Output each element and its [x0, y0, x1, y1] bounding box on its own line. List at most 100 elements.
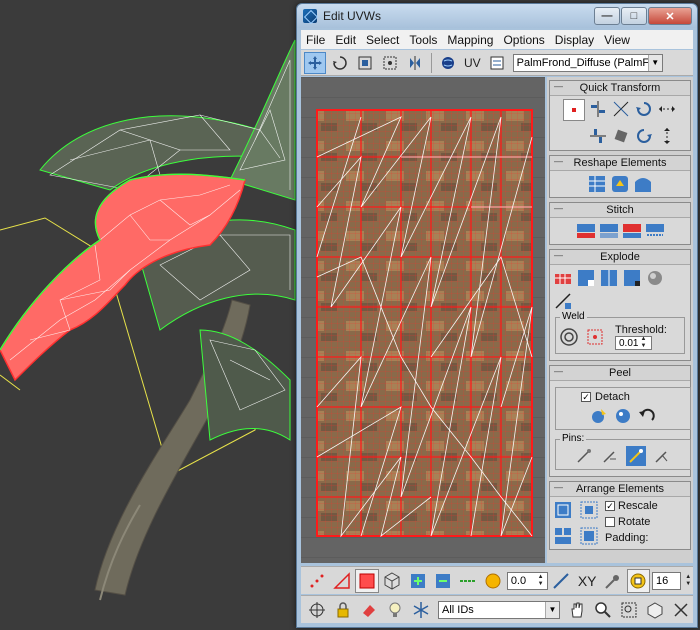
- hide-selected-button[interactable]: [357, 598, 381, 622]
- arrange-elements-header[interactable]: Arrange Elements: [550, 482, 690, 497]
- scale-tool-button[interactable]: [354, 52, 376, 74]
- face-mode-button[interactable]: [355, 568, 379, 593]
- peel-mode-button[interactable]: [613, 406, 633, 426]
- quick-peel-button[interactable]: [589, 406, 609, 426]
- stitch-source-button[interactable]: [622, 221, 642, 241]
- material-ids-select[interactable]: All IDs ▼: [438, 600, 560, 619]
- paint-select-button[interactable]: [602, 569, 625, 593]
- flatten-material-button[interactable]: [645, 268, 665, 288]
- menu-options[interactable]: Options: [498, 33, 549, 47]
- stitch-average-icon: [599, 224, 618, 238]
- peel-icon: [592, 409, 606, 423]
- brush-size-input[interactable]: 16: [652, 571, 682, 590]
- minimize-button[interactable]: —: [594, 7, 620, 25]
- filter-selected-button[interactable]: [409, 598, 433, 622]
- zoom-extents-button[interactable]: [643, 598, 667, 622]
- weld-target-button[interactable]: [559, 327, 579, 347]
- zoom-button[interactable]: [591, 598, 615, 622]
- spinner-arrows-icon[interactable]: ▲ ▼: [685, 574, 693, 588]
- space-vertical-button[interactable]: [657, 126, 677, 146]
- rotate-90-button[interactable]: [634, 99, 654, 119]
- menu-select[interactable]: Select: [361, 33, 404, 47]
- detach-checkbox[interactable]: ✓: [581, 392, 591, 402]
- pan-button[interactable]: [565, 598, 589, 622]
- bulb-icon: [389, 602, 401, 617]
- explode-settings-button[interactable]: [553, 291, 573, 311]
- select-pins-button[interactable]: [652, 446, 672, 466]
- snap-toggle-button[interactable]: [626, 568, 651, 593]
- quick-transform-header[interactable]: Quick Transform: [550, 81, 690, 96]
- uv-options-button[interactable]: [486, 52, 508, 74]
- stitch-to-target-button[interactable]: [576, 221, 596, 241]
- auto-pin-button[interactable]: [626, 446, 646, 466]
- freeform-tool-button[interactable]: [379, 52, 401, 74]
- pin-icon: [577, 449, 591, 463]
- flatten-by-smoothing-button[interactable]: [622, 268, 642, 288]
- stitch-settings-button[interactable]: [645, 221, 665, 241]
- weld-selected-button[interactable]: [585, 327, 605, 347]
- rescale-checkbox[interactable]: ✓: [605, 501, 615, 511]
- vertex-mode-button[interactable]: [305, 569, 328, 593]
- uv-editor-canvas[interactable]: [301, 77, 545, 563]
- align-vertical-button[interactable]: [588, 126, 608, 146]
- pack-together-button[interactable]: [553, 526, 573, 546]
- menu-tools[interactable]: Tools: [404, 33, 442, 47]
- stitch-average-button[interactable]: [599, 221, 619, 241]
- reset-peel-button[interactable]: [637, 406, 657, 426]
- menu-file[interactable]: File: [301, 33, 330, 47]
- pin-button[interactable]: [574, 446, 594, 466]
- align-horizontal-button[interactable]: [588, 99, 608, 119]
- element-mode-button[interactable]: [381, 569, 404, 593]
- mirror-tool-button[interactable]: [404, 52, 426, 74]
- edge-mode-button[interactable]: [330, 569, 353, 593]
- rotate-minus-90-button[interactable]: [634, 126, 654, 146]
- falloff-input[interactable]: 0.0 ▲ ▼: [506, 571, 548, 590]
- texture-map-select[interactable]: PalmFrond_Diffuse (PalmFronc ▼: [512, 53, 663, 72]
- align-diagonal-button[interactable]: [611, 99, 631, 119]
- falloff-line-button[interactable]: [550, 569, 573, 593]
- rotate-tool-button[interactable]: [329, 52, 351, 74]
- detach-edge-button[interactable]: [576, 268, 596, 288]
- space-horizontal-button[interactable]: [657, 99, 677, 119]
- menu-edit[interactable]: Edit: [330, 33, 361, 47]
- restore-button[interactable]: □: [621, 7, 647, 25]
- rotate-checkbox[interactable]: [605, 517, 615, 527]
- reshape-elements-header[interactable]: Reshape Elements: [550, 156, 690, 171]
- window-titlebar[interactable]: Edit UVWs — □ ✕: [297, 4, 697, 28]
- lock-selection-button[interactable]: [331, 598, 355, 622]
- zoom-region-button[interactable]: [617, 598, 641, 622]
- menu-display[interactable]: Display: [550, 33, 599, 47]
- relax-settings-button[interactable]: [633, 174, 653, 194]
- show-map-button[interactable]: [437, 52, 459, 74]
- freeze-selected-button[interactable]: [383, 598, 407, 622]
- close-button[interactable]: ✕: [648, 7, 692, 25]
- select-by-element-button[interactable]: [305, 598, 329, 622]
- straighten-button[interactable]: [611, 126, 631, 146]
- pack-selected-button[interactable]: [579, 526, 599, 546]
- explode-header[interactable]: Explode: [550, 250, 690, 265]
- grow-selection-button[interactable]: [406, 569, 429, 593]
- break-button[interactable]: [553, 268, 573, 288]
- peel-mode-icon: [616, 409, 630, 423]
- spinner-arrows-icon[interactable]: ▲ ▼: [538, 574, 546, 588]
- xy-space-label[interactable]: XY: [578, 573, 597, 589]
- move-tool-button[interactable]: [304, 51, 326, 74]
- pack-custom-button[interactable]: [579, 500, 599, 520]
- zoom-selected-button[interactable]: [669, 598, 693, 622]
- menu-mapping[interactable]: Mapping: [442, 33, 498, 47]
- soft-selection-button[interactable]: [482, 569, 505, 593]
- stitch-header[interactable]: Stitch: [550, 203, 690, 218]
- shrink-selection-button[interactable]: [431, 569, 454, 593]
- relax-button[interactable]: [610, 174, 630, 194]
- menu-view[interactable]: View: [599, 33, 635, 47]
- pack-normalize-button[interactable]: [553, 500, 573, 520]
- peel-header[interactable]: Peel: [550, 366, 690, 381]
- straighten-selection-button[interactable]: [587, 174, 607, 194]
- set-pivot-button[interactable]: [563, 99, 585, 121]
- edit-uvws-window[interactable]: Edit UVWs — □ ✕ File Edit Select Tools M…: [296, 3, 698, 628]
- flatten-button[interactable]: [599, 268, 619, 288]
- unpin-button[interactable]: [600, 446, 620, 466]
- loop-selection-button[interactable]: [456, 569, 479, 593]
- spinner-arrows-icon[interactable]: ▲ ▼: [640, 336, 648, 350]
- threshold-spinner[interactable]: 0.01 ▲ ▼: [615, 336, 653, 350]
